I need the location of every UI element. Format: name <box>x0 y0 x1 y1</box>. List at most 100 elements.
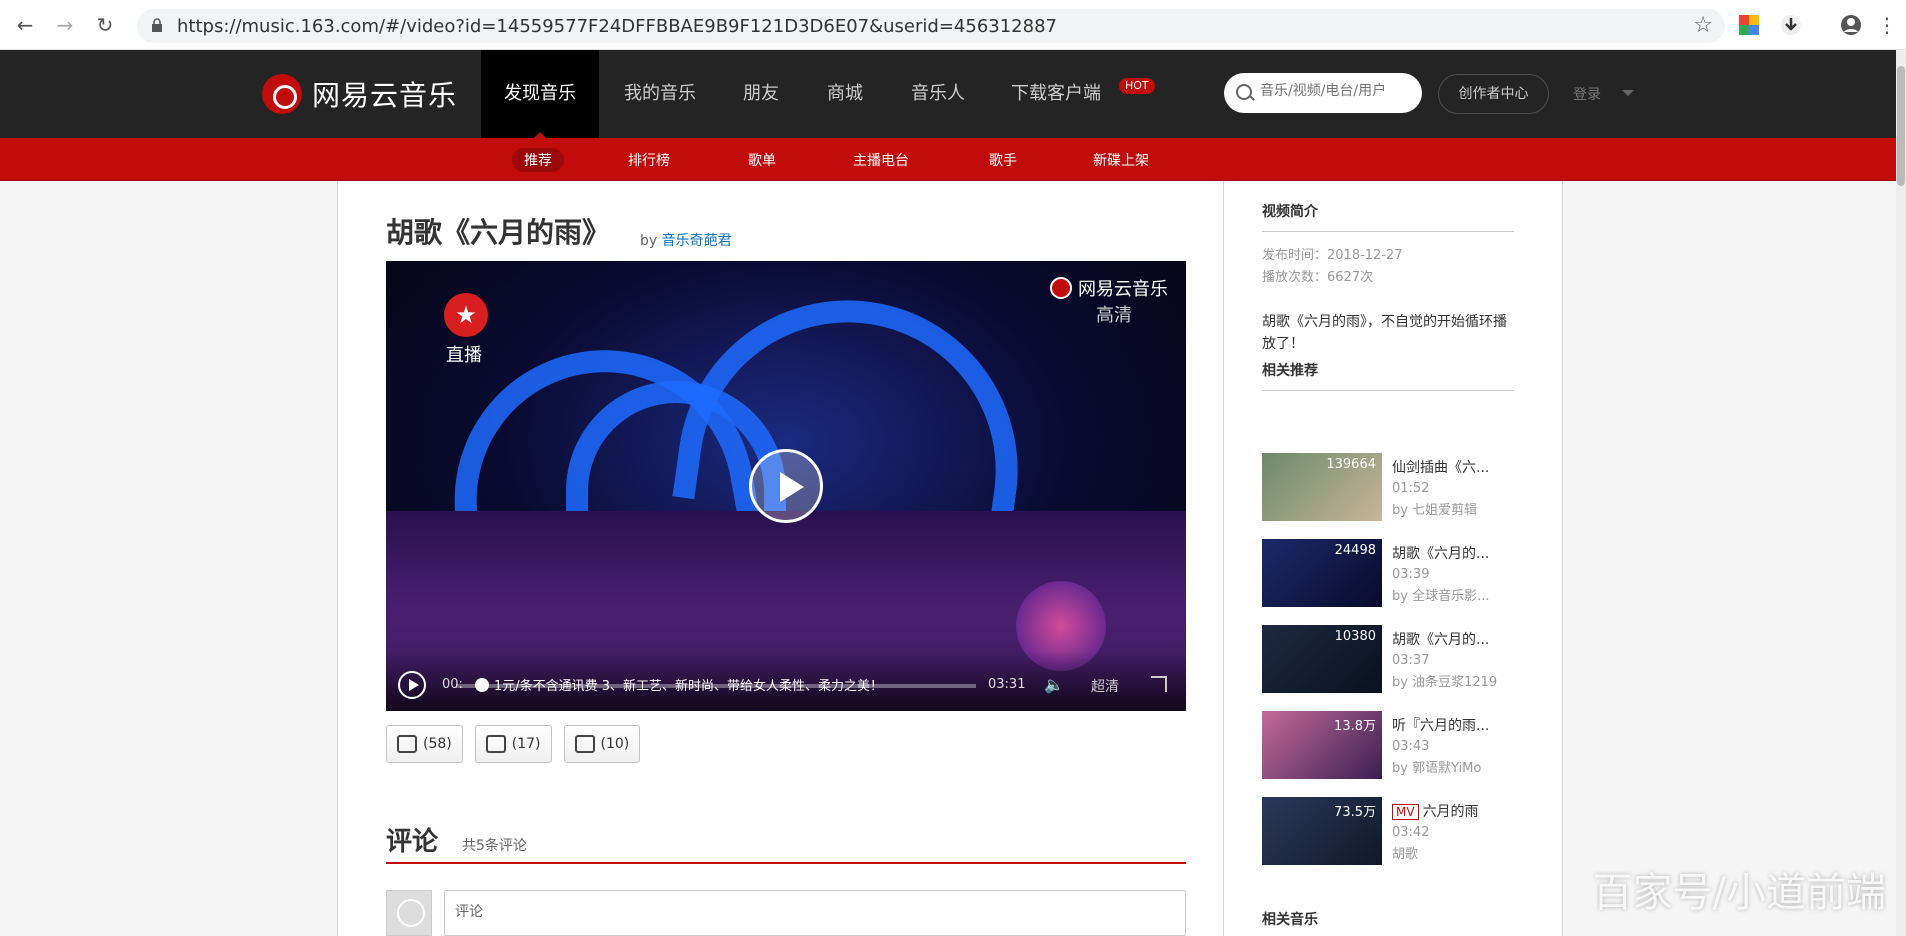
progress-handle[interactable] <box>475 678 489 692</box>
video-column: 胡歌《六月的雨》 by 音乐奇葩君 ★ 直播 网易云音乐 高清 00: 1元/条… <box>338 181 1224 936</box>
subnav-charts[interactable]: 排行榜 <box>628 150 670 170</box>
author-link[interactable]: 音乐奇葩君 <box>662 233 732 249</box>
subnav-recommend[interactable]: 推荐 <box>512 148 564 172</box>
share-count: (10) <box>600 736 630 752</box>
quality-button[interactable]: 超清 <box>1091 676 1119 696</box>
subnav-artists[interactable]: 歌手 <box>989 150 1017 170</box>
menu-icon[interactable]: ⋮ <box>1874 12 1900 38</box>
rec-author[interactable]: by 全球音乐影... <box>1392 585 1489 604</box>
subnav-new-albums[interactable]: 新碟上架 <box>1093 150 1149 170</box>
volume-icon[interactable]: 🔈 <box>1044 675 1064 694</box>
netease-logo[interactable]: 网易云音乐 <box>262 72 457 116</box>
list-item[interactable]: 13.8万 听『六月的雨... 03:43 by 郭语默YiMo <box>1262 711 1514 779</box>
collect-button[interactable]: (17) <box>474 725 552 763</box>
collect-count: (17) <box>511 736 541 752</box>
share-icon <box>574 735 595 753</box>
play-button[interactable] <box>398 671 426 699</box>
login-link[interactable]: 登录 <box>1573 84 1601 104</box>
video-thumbnail[interactable]: 13.8万 <box>1262 711 1382 779</box>
fullscreen-icon[interactable] <box>1151 676 1167 692</box>
live-tag: 直播 <box>446 345 482 366</box>
video-thumbnail[interactable]: 73.5万 <box>1262 797 1382 865</box>
back-icon[interactable]: ← <box>12 12 38 38</box>
action-bar: (58) (17) (10) <box>386 725 652 763</box>
rec-author[interactable]: by 油条豆浆1219 <box>1392 671 1497 690</box>
netease-logo-icon <box>1050 277 1072 299</box>
browser-toolbar: ← → ↻ https://music.163.com/#/video?id=1… <box>0 0 1906 50</box>
video-thumbnail[interactable]: 24498 <box>1262 539 1382 607</box>
rec-title[interactable]: 听『六月的雨... <box>1392 715 1489 735</box>
creator-center-button[interactable]: 创作者中心 <box>1438 74 1549 114</box>
nav-mall[interactable]: 商城 <box>804 50 886 138</box>
comments-heading: 评论 <box>386 827 439 857</box>
list-item[interactable]: 73.5万 MV 六月的雨 03:42 胡歌 <box>1262 797 1514 865</box>
video-description: 胡歌《六月的雨》，不自觉的开始循环播放了！ <box>1262 314 1507 352</box>
rec-duration: 01:52 <box>1392 481 1430 496</box>
comments-count: 共5条评论 <box>462 838 527 854</box>
rec-duration: 03:39 <box>1392 567 1430 582</box>
view-count: 139664 <box>1326 457 1376 472</box>
download-icon[interactable] <box>1780 14 1802 36</box>
by-prefix: by <box>640 233 658 249</box>
extension-icon[interactable] <box>1738 14 1760 36</box>
mv-badge: MV <box>1392 804 1419 820</box>
player-controls: 00: 1元/条不含通讯费 3、新工艺、新时尚、带给女人柔性、柔力之美！ 03:… <box>386 651 1186 711</box>
netease-logo-icon <box>262 74 302 114</box>
rec-title-text: 六月的雨 <box>1422 804 1479 820</box>
list-item[interactable]: 24498 胡歌《六月的... 03:39 by 全球音乐影... <box>1262 539 1514 607</box>
thumbs-up-icon <box>397 735 417 753</box>
page-watermark: 百家号/小道前端 <box>1592 870 1886 916</box>
channel-star-icon: ★ <box>444 293 488 337</box>
rec-author[interactable]: 胡歌 <box>1392 843 1418 862</box>
nav-download[interactable]: 下载客户端 <box>988 50 1124 138</box>
video-player[interactable]: ★ 直播 网易云音乐 高清 00: 1元/条不含通讯费 3、新工艺、新时尚、带给… <box>386 261 1186 711</box>
sub-navigation: 推荐 排行榜 歌单 主播电台 歌手 新碟上架 <box>0 138 1906 181</box>
video-thumbnail[interactable]: 139664 <box>1262 453 1382 521</box>
nav-discover[interactable]: 发现音乐 <box>481 50 599 138</box>
rec-author[interactable]: by 郭语默YiMo <box>1392 757 1481 776</box>
add-folder-icon <box>485 735 506 753</box>
view-count: 24498 <box>1334 543 1376 558</box>
like-button[interactable]: (58) <box>386 725 463 763</box>
scrollbar[interactable] <box>1896 50 1906 936</box>
rec-author[interactable]: by 七姐爱剪辑 <box>1392 499 1477 518</box>
hd-tag: 高清 <box>1096 305 1132 326</box>
nav-musician[interactable]: 音乐人 <box>888 50 988 138</box>
play-icon[interactable] <box>749 449 823 523</box>
account-icon[interactable] <box>1840 14 1862 36</box>
address-bar[interactable]: https://music.163.com/#/video?id=1455957… <box>137 9 1725 43</box>
rec-title[interactable]: 仙剑插曲《六... <box>1392 457 1489 477</box>
search-input[interactable] <box>1260 83 1410 99</box>
lock-icon <box>152 18 162 32</box>
search-box[interactable] <box>1224 73 1422 113</box>
comments-divider <box>386 862 1186 864</box>
forward-icon[interactable]: → <box>52 12 78 38</box>
video-watermark: 网易云音乐 <box>1050 275 1168 301</box>
subnav-radio[interactable]: 主播电台 <box>853 150 909 170</box>
subnav-playlists[interactable]: 歌单 <box>748 150 776 170</box>
view-count: 73.5万 <box>1334 805 1376 820</box>
sidebar: 视频简介 发布时间：2018-12-27 播放次数：6627次 胡歌《六月的雨》… <box>1226 181 1562 936</box>
recommend-heading: 相关推荐 <box>1262 360 1514 391</box>
nav-my-music[interactable]: 我的音乐 <box>601 50 719 138</box>
reload-icon[interactable]: ↻ <box>92 12 118 38</box>
rec-duration: 03:37 <box>1392 653 1430 668</box>
rec-title[interactable]: MV 六月的雨 <box>1392 801 1479 821</box>
rec-title[interactable]: 胡歌《六月的... <box>1392 629 1489 649</box>
play-count: 播放次数：6627次 <box>1262 270 1374 285</box>
list-item[interactable]: 10380 胡歌《六月的... 03:37 by 油条豆浆1219 <box>1262 625 1514 693</box>
list-item[interactable]: 139664 仙剑插曲《六... 01:52 by 七姐爱剪辑 <box>1262 453 1514 521</box>
comment-input[interactable]: 评论 <box>444 890 1186 936</box>
bookmark-star-icon[interactable]: ☆ <box>1693 13 1713 38</box>
view-count: 13.8万 <box>1334 719 1376 734</box>
chevron-down-icon[interactable] <box>1622 90 1634 102</box>
video-thumbnail[interactable]: 10380 <box>1262 625 1382 693</box>
scrollbar-thumb[interactable] <box>1897 66 1905 186</box>
subtitle-text: 1元/条不含通讯费 3、新工艺、新时尚、带给女人柔性、柔力之美！ <box>494 679 884 694</box>
brand-name: 网易云音乐 <box>312 79 458 112</box>
nav-friends[interactable]: 朋友 <box>720 50 802 138</box>
share-button[interactable]: (10) <box>563 725 641 763</box>
hot-badge: HOT <box>1119 78 1155 94</box>
rec-title[interactable]: 胡歌《六月的... <box>1392 543 1489 563</box>
avatar <box>386 890 432 936</box>
